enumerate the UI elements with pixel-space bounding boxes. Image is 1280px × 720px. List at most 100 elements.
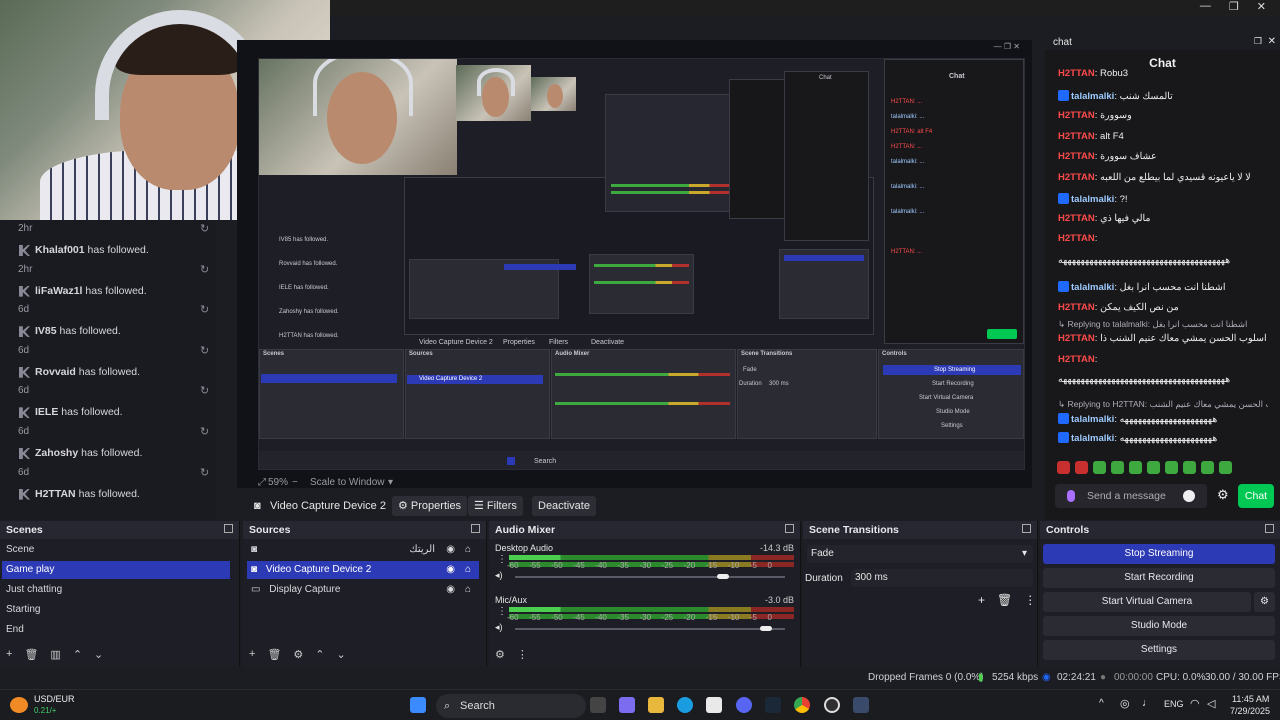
virtual-camera-settings-icon[interactable]: ⚙ [1254, 592, 1275, 612]
chrome-icon[interactable] [794, 697, 810, 713]
scene-item[interactable]: Scene [2, 541, 230, 559]
chat-username[interactable]: H2TTAN [1058, 151, 1095, 162]
file-explorer-icon[interactable] [648, 697, 664, 713]
volume-slider[interactable] [515, 576, 785, 578]
menu-dots-icon[interactable]: ⋮ [1024, 593, 1036, 607]
stop-streaming-button[interactable]: Stop Streaming [1043, 544, 1275, 564]
taskbar-search[interactable]: ⌕ Search [436, 694, 586, 718]
mic-tray-icon[interactable]: ♩ [1142, 697, 1153, 709]
network-icon[interactable]: ◎ [1120, 697, 1130, 710]
gear-icon[interactable]: ⚙ [293, 648, 303, 661]
gear-icon[interactable]: ⚙ [495, 648, 505, 661]
volume-knob[interactable] [760, 626, 773, 631]
clock-time[interactable]: 11:45 AM [1232, 694, 1269, 704]
mic-icon[interactable] [1067, 490, 1075, 502]
chat-username[interactable]: H2TTAN [1058, 213, 1095, 224]
volume-slider[interactable] [515, 628, 785, 630]
chat-username[interactable]: H2TTAN [1058, 110, 1095, 121]
chat-username[interactable]: talalmalki [1071, 433, 1114, 444]
dock-float-icon[interactable] [471, 524, 480, 533]
lock-icon[interactable]: ⌂ [465, 561, 471, 579]
obs-icon[interactable] [824, 697, 840, 713]
chat-send-button[interactable]: Chat [1238, 484, 1274, 508]
eye-icon[interactable]: ◉ [446, 541, 455, 559]
up-icon[interactable]: ⌃ [315, 648, 324, 661]
filters-button[interactable]: ☰ Filters [468, 496, 523, 516]
volume-knob[interactable] [716, 574, 729, 579]
down-icon[interactable]: ⌄ [94, 648, 103, 661]
close-button[interactable]: ✕ [1257, 0, 1266, 14]
start-virtual-camera-button[interactable]: Start Virtual Camera [1043, 592, 1251, 612]
clock-date[interactable]: 7/29/2025 [1230, 706, 1270, 716]
scene-item[interactable]: Just chatting [2, 581, 230, 599]
add-icon[interactable]: + [978, 593, 985, 607]
chat-username[interactable]: H2TTAN [1058, 172, 1095, 183]
add-icon[interactable]: + [249, 648, 255, 661]
menu-dots-icon[interactable]: ⋮ [517, 648, 528, 661]
dock-float-icon[interactable] [224, 524, 233, 533]
minimize-button[interactable]: — [1200, 0, 1211, 14]
chat-emote-bar[interactable] [1057, 461, 1232, 474]
chevron-down-icon[interactable]: ▾ [388, 477, 393, 488]
trash-icon[interactable]: 🗑 [267, 648, 281, 661]
transition-select[interactable]: Fade ▾ [807, 545, 1033, 563]
source-item[interactable]: ◙ Video Capture Device 2 ◉ ⌂ [247, 561, 479, 579]
trash-icon[interactable]: 🗑 [997, 593, 1012, 607]
lock-icon[interactable]: ⌂ [465, 581, 471, 599]
settings-app-icon[interactable] [853, 697, 869, 713]
filter-icon[interactable]: ▥ [50, 648, 60, 661]
zoom-out-icon[interactable]: − [292, 477, 298, 488]
tray-overflow-icon[interactable]: ^ [1099, 698, 1104, 709]
scene-item[interactable]: Game play [2, 561, 230, 579]
menu-dots-icon[interactable]: ⋮ [497, 606, 507, 617]
discord-icon[interactable] [736, 697, 752, 713]
steam-icon[interactable] [765, 697, 781, 713]
wifi-icon[interactable]: ◠ [1190, 697, 1200, 710]
edge-icon[interactable] [677, 697, 693, 713]
source-item[interactable]: ◙ الريتك ◉ ⌂ [247, 541, 479, 559]
language-indicator[interactable]: ENG [1164, 699, 1184, 709]
refresh-icon[interactable]: ↻ [200, 222, 209, 235]
speaker-icon[interactable]: ◂) [495, 622, 503, 633]
refresh-icon[interactable]: ↻ [200, 303, 209, 316]
refresh-icon[interactable]: ↻ [200, 344, 209, 357]
lock-icon[interactable]: ⌂ [465, 541, 471, 559]
float-icon[interactable]: ❐ [1254, 36, 1262, 47]
chat-username[interactable]: H2TTAN [1058, 302, 1095, 313]
settings-button[interactable]: Settings [1043, 640, 1275, 660]
refresh-icon[interactable]: ↻ [200, 263, 209, 276]
source-item[interactable]: ▭ Display Capture ◉ ⌂ [247, 581, 479, 599]
scene-item[interactable]: Starting [2, 601, 230, 619]
scale-mode-select[interactable]: Scale to Window [310, 477, 384, 488]
close-icon[interactable]: ✕ [1268, 36, 1276, 47]
chat-username[interactable]: talalmalki [1071, 414, 1114, 425]
copilot-icon[interactable] [619, 697, 635, 713]
trash-icon[interactable]: 🗑 [24, 648, 38, 661]
emoji-icon[interactable] [1183, 490, 1195, 502]
windows-start-icon[interactable] [410, 697, 426, 713]
menu-dots-icon[interactable]: ⋮ [497, 554, 507, 565]
refresh-icon[interactable]: ↻ [200, 425, 209, 438]
down-icon[interactable]: ⌄ [337, 648, 346, 661]
properties-button[interactable]: ⚙ Properties [392, 496, 468, 516]
up-icon[interactable]: ⌃ [73, 648, 82, 661]
chat-username[interactable]: H2TTAN [1058, 333, 1095, 344]
eye-icon[interactable]: ◉ [446, 581, 455, 599]
dock-float-icon[interactable] [1022, 524, 1031, 533]
dock-float-icon[interactable] [785, 524, 794, 533]
studio-mode-button[interactable]: Studio Mode [1043, 616, 1275, 636]
chat-username[interactable]: H2TTAN [1058, 233, 1095, 244]
refresh-icon[interactable]: ↻ [200, 466, 209, 479]
chat-username[interactable]: H2TTAN [1058, 131, 1095, 142]
add-icon[interactable]: + [6, 648, 12, 661]
gear-icon[interactable]: ⚙ [1217, 487, 1229, 503]
volume-icon[interactable]: ◁ [1207, 697, 1215, 710]
task-view-icon[interactable] [590, 697, 606, 713]
deactivate-button[interactable]: Deactivate [532, 496, 596, 516]
chat-username[interactable]: talalmalki [1071, 91, 1114, 102]
chat-username[interactable]: talalmalki [1071, 282, 1114, 293]
chat-username[interactable]: talalmalki [1071, 194, 1114, 205]
ticker-name[interactable]: USD/EUR [34, 694, 75, 704]
chat-username[interactable]: H2TTAN [1058, 68, 1095, 79]
refresh-icon[interactable]: ↻ [200, 384, 209, 397]
